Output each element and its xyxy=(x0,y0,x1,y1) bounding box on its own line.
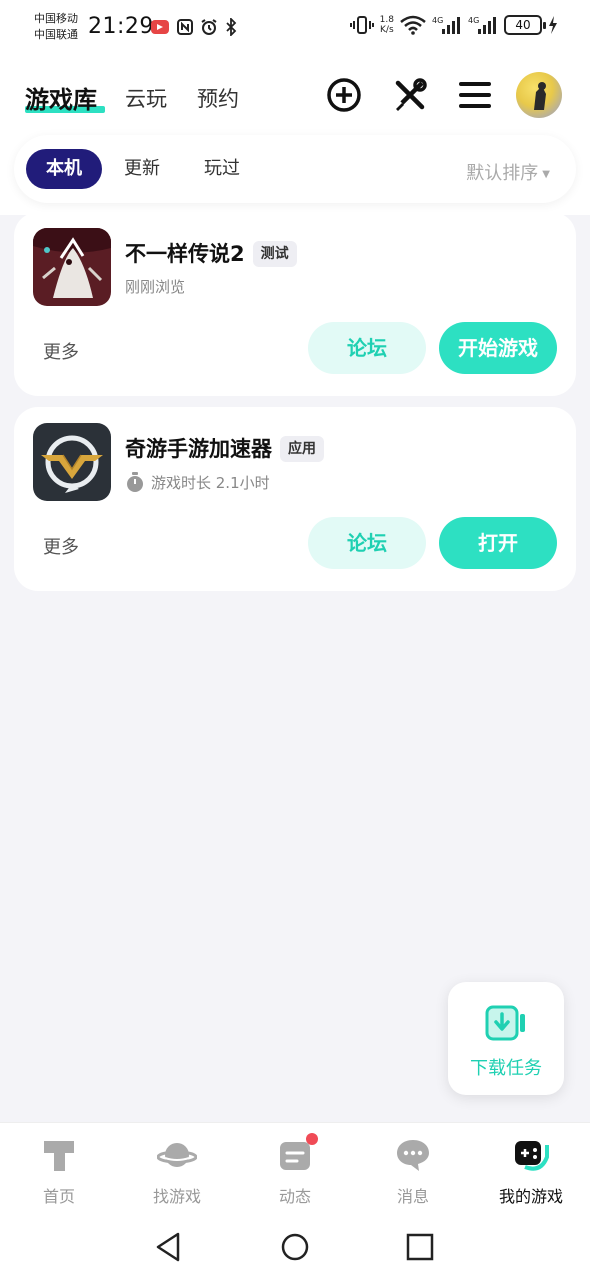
signal-4g-icon-2: 4G xyxy=(468,16,496,34)
add-icon[interactable] xyxy=(325,76,363,114)
status-bar: 中国移动 中国联通 21:29 1.8 K/s 4G 4G 40 xyxy=(0,0,590,60)
menu-icon[interactable] xyxy=(456,76,494,114)
chip-local[interactable]: 本机 xyxy=(26,149,102,189)
game-icon-legend2[interactable] xyxy=(33,228,111,306)
net-speed: 1.8 K/s xyxy=(380,15,394,35)
planet-icon xyxy=(157,1143,197,1167)
forum-button[interactable]: 论坛 xyxy=(308,322,426,374)
game-card: 奇游手游加速器 应用 游戏时长 2.1小时 更多 论坛 打开 xyxy=(14,407,576,591)
caret-down-icon: ▼ xyxy=(542,168,550,180)
nav-messages[interactable]: 消息 xyxy=(354,1123,472,1215)
notification-dot xyxy=(306,1133,318,1145)
game-title: 奇游手游加速器 应用 xyxy=(125,433,324,463)
download-task-label: 下载任务 xyxy=(470,1058,542,1079)
message-icon xyxy=(397,1140,429,1171)
game-tag: 测试 xyxy=(252,241,297,267)
svg-text:4G: 4G xyxy=(468,16,479,25)
back-icon[interactable] xyxy=(152,1230,186,1264)
game-subtitle-text: 刚刚浏览 xyxy=(125,278,186,296)
nav-my-games[interactable]: 我的游戏 xyxy=(472,1123,590,1215)
filter-bar: 本机 更新 玩过 默认排序 ▼ xyxy=(14,135,576,203)
stopwatch-icon xyxy=(127,472,143,492)
carrier-2: 中国联通 xyxy=(34,28,78,41)
game-card: 不一样传说2 测试 刚刚浏览 更多 论坛 开始游戏 xyxy=(14,212,576,396)
status-icons-right: 1.8 K/s 4G 4G 40 xyxy=(349,15,558,35)
vibrate-icon xyxy=(349,16,374,34)
recents-icon[interactable] xyxy=(403,1230,437,1264)
start-game-button[interactable]: 开始游戏 xyxy=(439,322,557,374)
sort-label: 默认排序 xyxy=(466,163,539,184)
carrier-info: 中国移动 中国联通 xyxy=(34,11,78,43)
tools-icon[interactable] xyxy=(391,76,429,114)
home-button-icon[interactable] xyxy=(278,1230,312,1264)
net-speed-unit: K/s xyxy=(380,25,394,35)
tab-reservation[interactable]: 预约 xyxy=(197,83,239,113)
charging-icon xyxy=(549,16,557,34)
filter-section: 本机 更新 玩过 默认排序 ▼ xyxy=(0,135,590,215)
nav-feed-label: 动态 xyxy=(278,1187,311,1206)
system-navigation xyxy=(0,1214,590,1280)
bluetooth-icon xyxy=(226,18,237,36)
chip-played[interactable]: 玩过 xyxy=(184,149,260,189)
nav-messages-label: 消息 xyxy=(396,1187,429,1206)
gamepad-icon xyxy=(515,1141,549,1171)
tab-cloud-play[interactable]: 云玩 xyxy=(125,83,167,113)
nav-my-games-label: 我的游戏 xyxy=(498,1187,563,1206)
game-title-text: 奇游手游加速器 xyxy=(125,437,272,461)
sort-dropdown[interactable]: 默认排序 ▼ xyxy=(466,159,550,185)
game-subtitle: 刚刚浏览 xyxy=(125,276,185,297)
battery-indicator: 40 xyxy=(504,15,546,35)
game-subtitle-text: 游戏时长 2.1小时 xyxy=(151,473,270,492)
game-subtitle: 游戏时长 2.1小时 xyxy=(125,471,270,493)
app-header: 游戏库 云玩 预约 xyxy=(0,60,590,135)
avatar[interactable] xyxy=(516,72,562,118)
game-title: 不一样传说2 测试 xyxy=(125,238,297,268)
app-root: 中国移动 中国联通 21:29 1.8 K/s 4G 4G 40 游戏库 云玩 … xyxy=(0,0,590,1280)
signal-4g-icon: 4G xyxy=(432,16,460,34)
home-icon xyxy=(44,1141,74,1171)
bottom-nav: 首页 找游戏 动态 消息 我的游戏 xyxy=(0,1122,590,1214)
wifi-icon xyxy=(400,15,426,35)
screen-record-icon xyxy=(151,20,169,34)
clock: 21:29 xyxy=(88,14,154,39)
tab-game-library-label: 游戏库 xyxy=(25,86,97,114)
game-title-text: 不一样传说2 xyxy=(125,242,245,266)
download-icon xyxy=(485,1005,525,1041)
nav-home[interactable]: 首页 xyxy=(0,1123,118,1215)
open-app-button[interactable]: 打开 xyxy=(439,517,557,569)
game-tag: 应用 xyxy=(280,436,324,462)
download-task-button[interactable]: 下载任务 xyxy=(448,982,564,1095)
carrier-1: 中国移动 xyxy=(34,12,78,25)
chip-updates[interactable]: 更新 xyxy=(104,149,180,189)
game-icon-qiyou[interactable] xyxy=(33,423,111,501)
more-button[interactable]: 更多 xyxy=(43,338,79,364)
nav-feed[interactable]: 动态 xyxy=(236,1123,354,1215)
nfc-icon xyxy=(177,19,193,35)
tab-game-library[interactable]: 游戏库 xyxy=(25,80,105,115)
nav-find-games-label: 找游戏 xyxy=(152,1187,201,1206)
alarm-icon xyxy=(201,19,217,35)
status-icons-left xyxy=(150,18,238,36)
svg-text:4G: 4G xyxy=(432,16,443,25)
net-speed-value: 1.8 xyxy=(379,15,394,25)
forum-button[interactable]: 论坛 xyxy=(308,517,426,569)
nav-find-games[interactable]: 找游戏 xyxy=(118,1123,236,1215)
nav-home-label: 首页 xyxy=(42,1187,75,1206)
more-button[interactable]: 更多 xyxy=(43,533,79,559)
